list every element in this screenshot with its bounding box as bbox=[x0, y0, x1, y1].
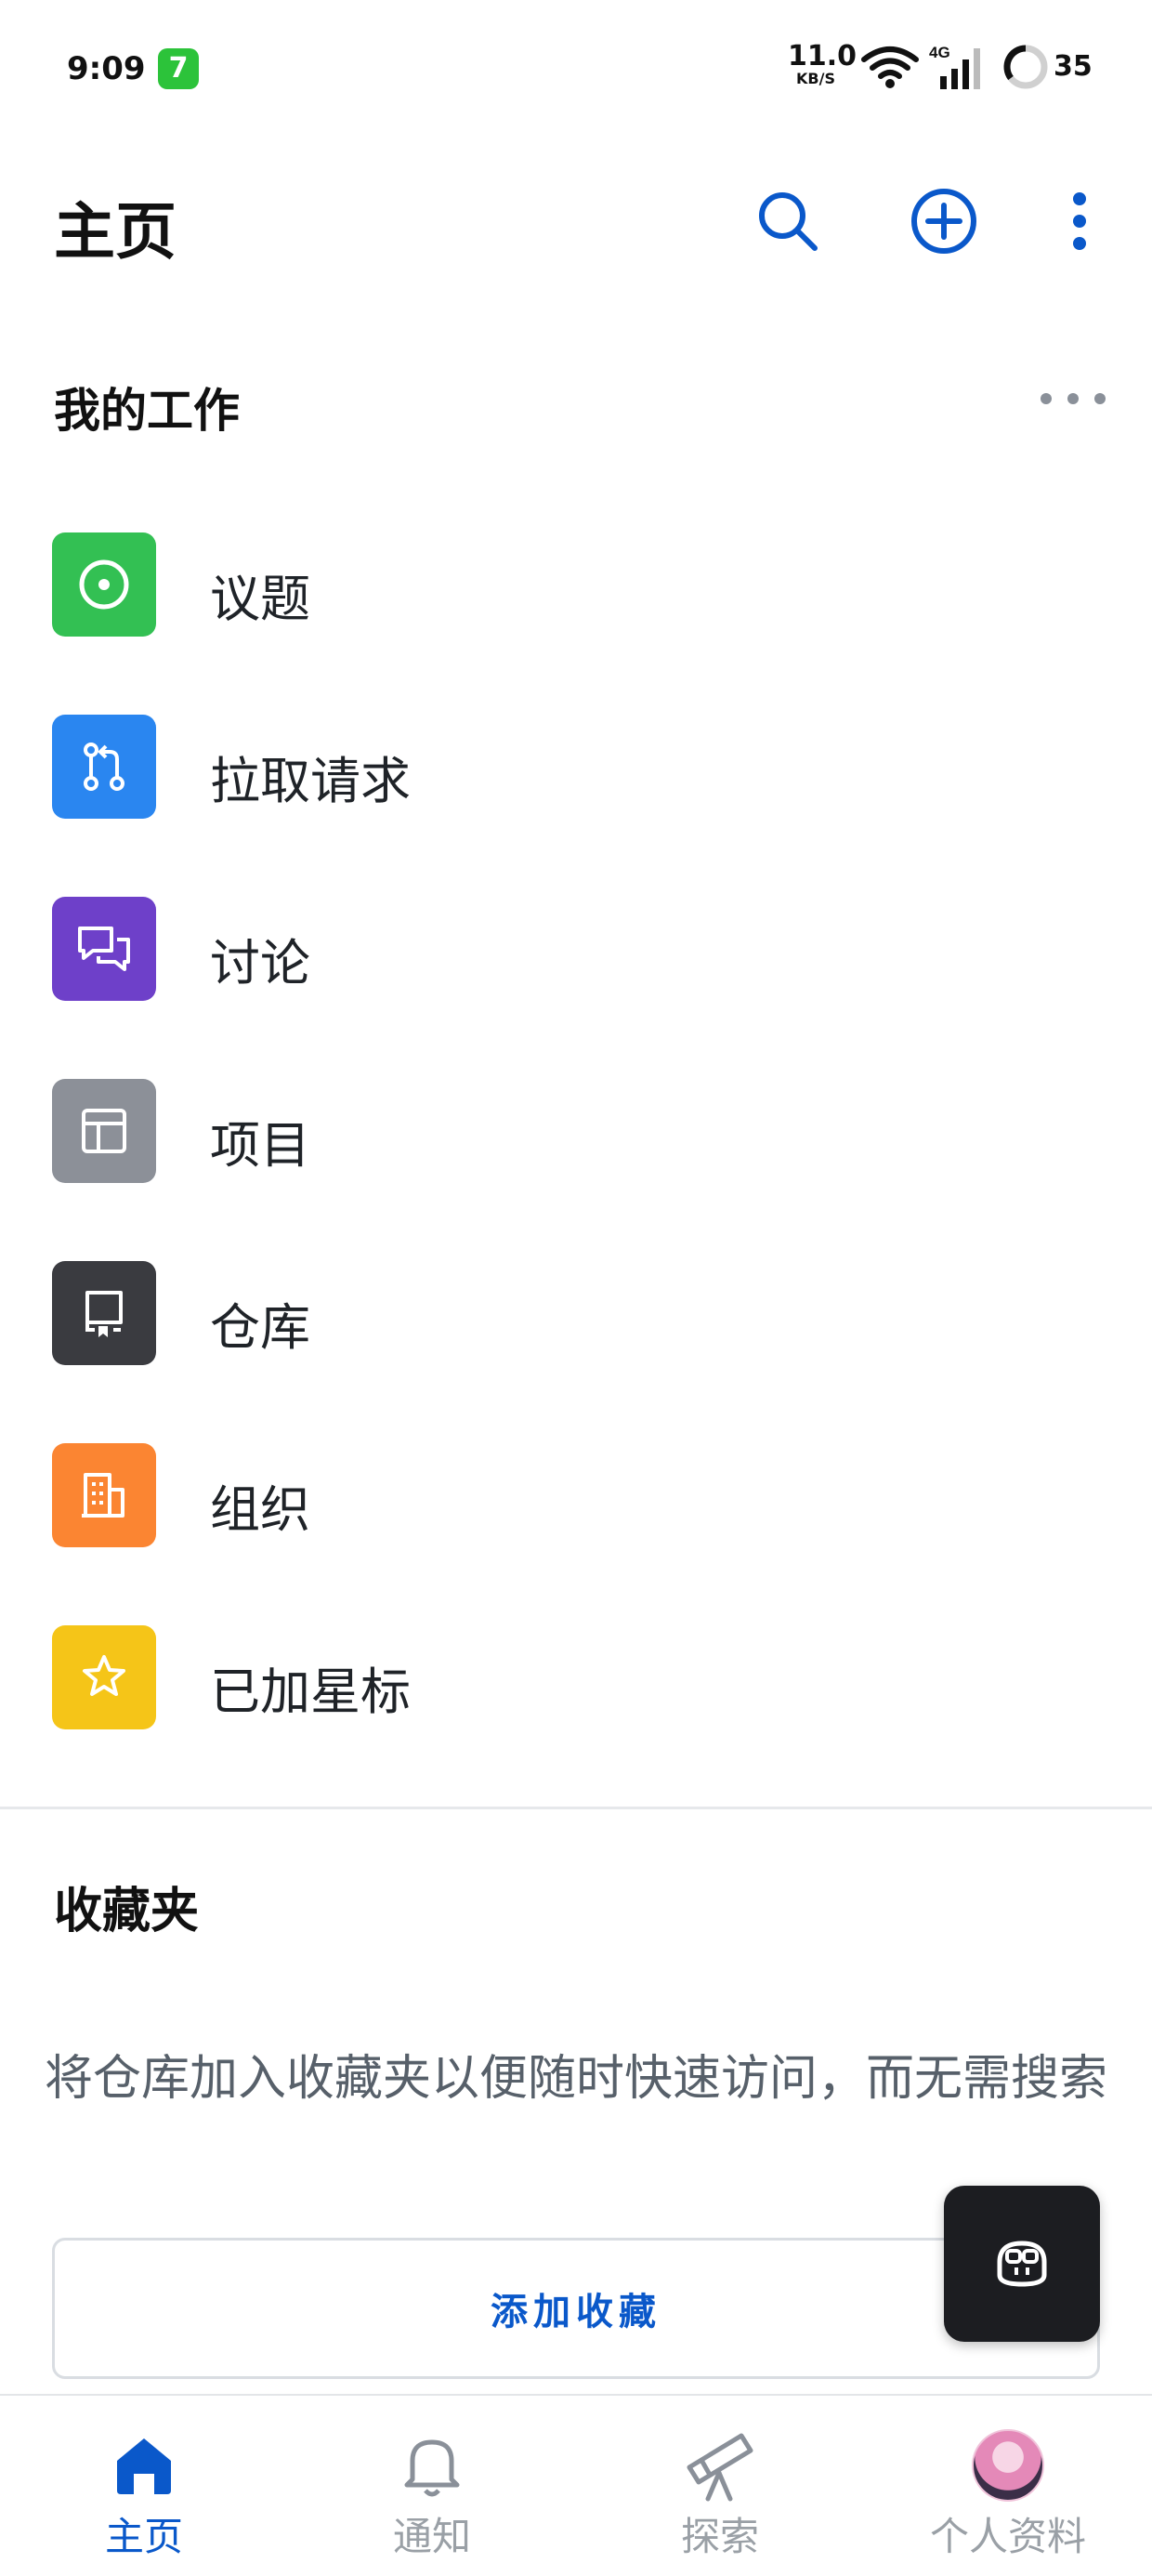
favorites-title: 收藏夹 bbox=[54, 1884, 200, 1939]
section-divider bbox=[0, 1807, 1152, 1809]
more-dot-icon bbox=[1041, 393, 1052, 404]
search-button[interactable] bbox=[749, 182, 827, 260]
battery-percent: 35 bbox=[1054, 50, 1093, 83]
work-item-label: 已加星标 bbox=[210, 1663, 411, 1721]
home-screen: 9:09 7 11.0 KB/S 4G 35 主页 我的工作 议题 拉取请求 讨… bbox=[0, 0, 1152, 2576]
nav-profile[interactable]: 个人资料 bbox=[864, 2396, 1152, 2576]
network-speed-unit: KB/S bbox=[796, 70, 835, 87]
network-speed: 11.0 KB/S bbox=[788, 40, 857, 87]
work-item-label: 讨论 bbox=[210, 934, 310, 992]
repository-icon bbox=[52, 1261, 156, 1365]
more-dot-icon bbox=[1067, 393, 1079, 404]
home-icon bbox=[102, 2424, 186, 2507]
more-dot-icon bbox=[1094, 393, 1106, 404]
plus-circle-icon bbox=[911, 189, 976, 254]
organization-icon bbox=[52, 1443, 156, 1547]
avatar bbox=[972, 2429, 1044, 2502]
work-item-label: 议题 bbox=[210, 570, 310, 628]
star-icon bbox=[52, 1625, 156, 1729]
work-item-label: 项目 bbox=[210, 1116, 310, 1175]
pull-request-icon bbox=[52, 715, 156, 819]
search-icon bbox=[759, 192, 818, 251]
battery-icon bbox=[1001, 43, 1050, 95]
app-notification-badge: 7 bbox=[158, 48, 199, 89]
cellular-signal-icon: 4G bbox=[929, 41, 988, 97]
work-item-starred[interactable]: 已加星标 bbox=[0, 1585, 1152, 1768]
nav-label: 主页 bbox=[104, 2514, 183, 2559]
nav-label: 通知 bbox=[392, 2514, 471, 2559]
telescope-icon bbox=[678, 2424, 762, 2507]
more-options-button[interactable] bbox=[1041, 182, 1119, 260]
work-item-issues[interactable]: 议题 bbox=[0, 493, 1152, 675]
work-item-organizations[interactable]: 组织 bbox=[0, 1403, 1152, 1585]
nav-label: 探索 bbox=[680, 2514, 759, 2559]
kebab-menu-icon bbox=[1073, 192, 1086, 250]
nav-notifications[interactable]: 通知 bbox=[288, 2396, 576, 2576]
favorites-empty-description: 将仓库加入收藏夹以便随时快速访问，而无需搜索 bbox=[44, 2051, 1107, 2107]
discussion-icon bbox=[52, 897, 156, 1001]
work-item-label: 拉取请求 bbox=[210, 752, 411, 810]
issue-icon bbox=[52, 532, 156, 637]
bell-icon bbox=[390, 2424, 474, 2507]
profile-avatar bbox=[966, 2424, 1050, 2507]
copilot-icon bbox=[997, 2241, 1047, 2287]
status-time: 9:09 bbox=[67, 50, 146, 87]
work-item-projects[interactable]: 项目 bbox=[0, 1039, 1152, 1221]
status-bar: 9:09 7 11.0 KB/S 4G 35 bbox=[0, 0, 1152, 139]
network-speed-value: 11.0 bbox=[788, 40, 857, 72]
nav-home[interactable]: 主页 bbox=[0, 2396, 288, 2576]
work-item-repositories[interactable]: 仓库 bbox=[0, 1221, 1152, 1403]
nav-explore[interactable]: 探索 bbox=[576, 2396, 864, 2576]
project-table-icon bbox=[52, 1079, 156, 1183]
create-button[interactable] bbox=[905, 182, 983, 260]
copilot-button[interactable] bbox=[944, 2186, 1100, 2342]
network-type-label: 4G bbox=[929, 44, 950, 61]
add-favorite-button[interactable]: 添加收藏 bbox=[52, 2238, 1100, 2379]
work-item-pull-requests[interactable]: 拉取请求 bbox=[0, 675, 1152, 857]
page-title: 主页 bbox=[54, 196, 177, 268]
work-item-label: 组织 bbox=[210, 1480, 310, 1539]
nav-label: 个人资料 bbox=[929, 2514, 1086, 2559]
work-item-discussions[interactable]: 讨论 bbox=[0, 857, 1152, 1039]
wifi-icon bbox=[860, 45, 920, 93]
bottom-navigation: 主页 通知 探索 个人资料 bbox=[0, 2394, 1152, 2576]
my-work-list: 议题 拉取请求 讨论 项目 仓库 组织 已加星标 bbox=[0, 493, 1152, 1768]
my-work-more-button[interactable] bbox=[1041, 385, 1106, 413]
work-item-label: 仓库 bbox=[210, 1298, 310, 1357]
my-work-title: 我的工作 bbox=[54, 384, 240, 438]
